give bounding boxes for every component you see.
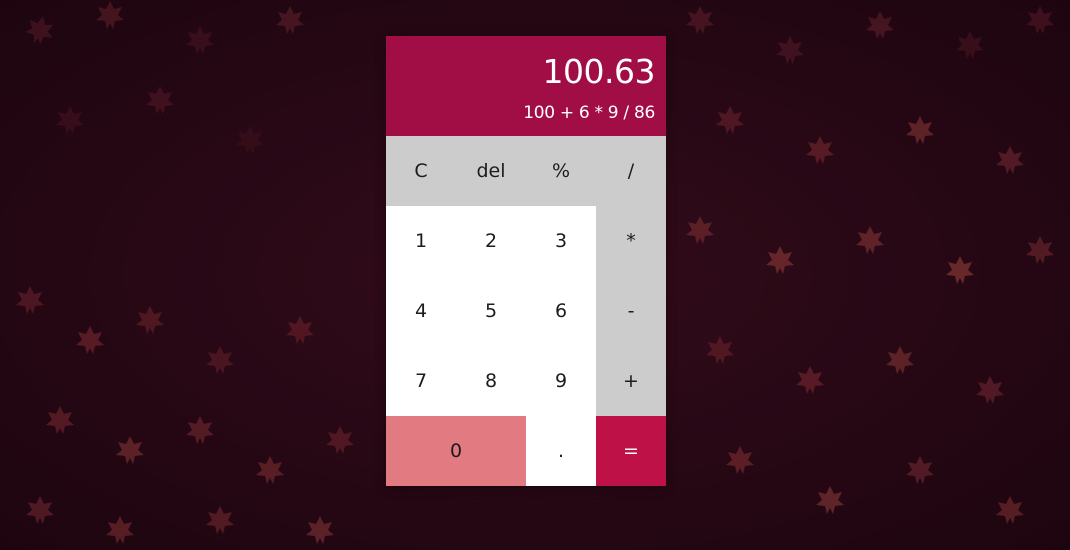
digit-9-button[interactable]: 9 [526, 346, 596, 416]
calculator-display: 100.63 100 + 6 * 9 / 86 [386, 36, 666, 136]
multiply-button[interactable]: * [596, 206, 666, 276]
digit-2-button[interactable]: 2 [456, 206, 526, 276]
subtract-button[interactable]: - [596, 276, 666, 346]
digit-5-button[interactable]: 5 [456, 276, 526, 346]
add-button[interactable]: + [596, 346, 666, 416]
equals-button[interactable]: = [596, 416, 666, 486]
result-value: 100.63 [542, 52, 656, 91]
percent-button[interactable]: % [526, 136, 596, 206]
digit-4-button[interactable]: 4 [386, 276, 456, 346]
digit-6-button[interactable]: 6 [526, 276, 596, 346]
digit-8-button[interactable]: 8 [456, 346, 526, 416]
divide-button[interactable]: / [596, 136, 666, 206]
digit-1-button[interactable]: 1 [386, 206, 456, 276]
calculator: 100.63 100 + 6 * 9 / 86 C del % / 1 2 3 … [386, 36, 666, 486]
digit-3-button[interactable]: 3 [526, 206, 596, 276]
decimal-button[interactable]: . [526, 416, 596, 486]
digit-7-button[interactable]: 7 [386, 346, 456, 416]
delete-button[interactable]: del [456, 136, 526, 206]
digit-0-button[interactable]: 0 [386, 416, 526, 486]
expression-text: 100 + 6 * 9 / 86 [523, 103, 655, 123]
clear-button[interactable]: C [386, 136, 456, 206]
